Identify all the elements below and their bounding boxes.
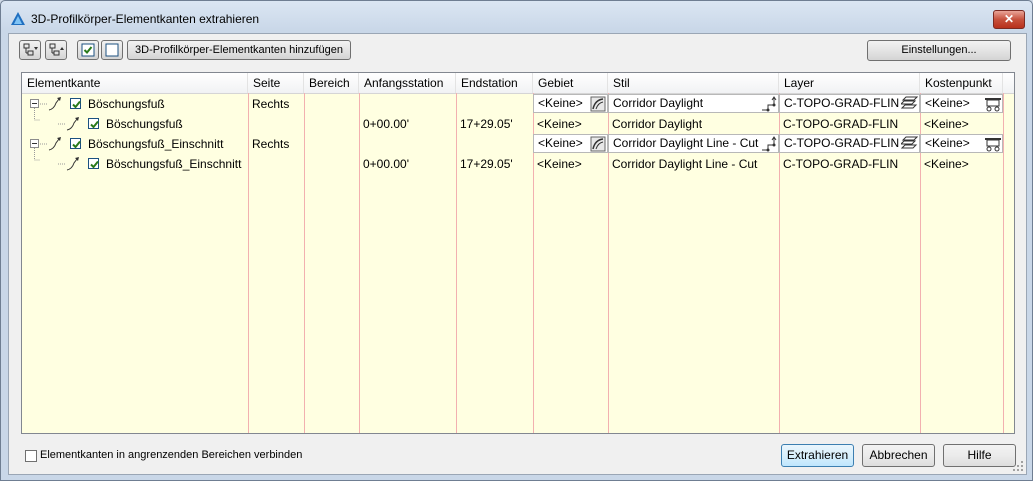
help-button[interactable]: Hilfe [943, 444, 1016, 467]
cell-endstation: 17+29.05' [460, 157, 513, 171]
add-feature-lines-button[interactable]: 3D-Profilkörper-Elementkanten hinzufügen [127, 40, 351, 60]
cell-seite: Rechts [252, 137, 290, 151]
column-header-bereich[interactable]: Bereich [304, 73, 359, 93]
connect-regions-checkbox[interactable] [25, 450, 37, 462]
extract-button[interactable]: Extrahieren [781, 444, 854, 467]
gebiet-value: <Keine> [538, 96, 583, 110]
pay-item-picker-icon[interactable] [984, 96, 1002, 112]
cell-elementkante: Böschungsfuß [106, 117, 183, 131]
table-row[interactable]: Böschungsfuß_Einschnitt Rechts <Keine> C… [22, 134, 1014, 154]
row-checkbox[interactable] [88, 118, 99, 129]
cell-bereich [304, 134, 359, 154]
stil-value: Corridor Daylight Line - Cut [613, 136, 759, 150]
expand-tree-icon [23, 43, 38, 56]
window-title: 3D-Profilkörper-Elementkanten extrahiere… [31, 12, 260, 26]
gebiet-value: <Keine> [538, 136, 583, 150]
cell-elementkante: Böschungsfuß_Einschnitt [88, 137, 224, 151]
layer-picker-icon[interactable] [901, 136, 918, 152]
kostenpunkt-value: <Keine> [925, 96, 970, 110]
site-picker-icon[interactable] [590, 96, 606, 112]
site-picker-icon[interactable] [590, 136, 606, 152]
column-header-kostenpunkt[interactable]: Kostenpunkt [920, 73, 1003, 93]
cell-bereich [304, 154, 359, 174]
row-checkbox[interactable] [88, 158, 99, 169]
feature-line-table[interactable]: Elementkante Seite Bereich Anfangsstatio… [21, 72, 1015, 434]
row-checkbox[interactable] [70, 98, 81, 109]
cell-stil[interactable]: Corridor Daylight [608, 114, 779, 134]
expand-tree-button[interactable] [19, 40, 41, 60]
column-header-endstation[interactable]: Endstation [456, 73, 533, 93]
cell-gebiet[interactable]: <Keine> [533, 114, 608, 134]
resize-grip-icon[interactable] [1012, 460, 1024, 472]
cancel-button[interactable]: Abbrechen [862, 444, 935, 467]
cell-elementkante: Böschungsfuß [88, 97, 165, 111]
cell-seite [248, 114, 304, 134]
checkmark-icon [90, 120, 99, 129]
cell-anfangsstation [359, 94, 456, 114]
collapse-tree-icon [49, 43, 64, 56]
collapse-tree-button[interactable] [45, 40, 67, 60]
dialog-client: 3D-Profilkörper-Elementkanten hinzufügen… [8, 33, 1027, 475]
table-header: Elementkante Seite Bereich Anfangsstatio… [22, 73, 1014, 94]
cell-anfangsstation: 0+00.00' [363, 157, 410, 171]
cell-kostenpunkt[interactable]: <Keine> [920, 154, 1003, 174]
cell-seite: Rechts [252, 97, 290, 111]
table-row[interactable]: Böschungsfuß 0+00.00' 17+29.05' <Keine> … [22, 108, 1014, 134]
cell-anfangsstation [359, 134, 456, 154]
cell-endstation [456, 94, 533, 114]
cell-stil[interactable]: Corridor Daylight Line - Cut [608, 134, 779, 153]
cell-bereich [304, 94, 359, 114]
checkmark-icon [90, 160, 99, 169]
row-checkbox[interactable] [70, 138, 81, 149]
column-header-gebiet[interactable]: Gebiet [533, 73, 608, 93]
column-header-seite[interactable]: Seite [248, 73, 304, 93]
cell-gebiet[interactable]: <Keine> [533, 154, 608, 174]
cell-layer[interactable]: C-TOPO-GRAD-FLIN [779, 134, 920, 153]
tree-collapse-icon[interactable] [30, 99, 39, 108]
kostenpunkt-value: <Keine> [925, 136, 970, 150]
settings-button[interactable]: Einstellungen... [867, 40, 1011, 61]
layer-picker-icon[interactable] [901, 96, 918, 112]
cell-layer[interactable]: C-TOPO-GRAD-FLIN [779, 154, 920, 174]
dialog-window: 3D-Profilkörper-Elementkanten extrahiere… [0, 0, 1033, 481]
style-picker-icon[interactable] [760, 96, 777, 112]
pay-item-picker-icon[interactable] [984, 136, 1002, 152]
style-picker-icon[interactable] [760, 136, 777, 152]
checkmark-icon [72, 140, 81, 149]
column-header-stil[interactable]: Stil [608, 73, 779, 93]
column-header-anfangsstation[interactable]: Anfangsstation [359, 73, 456, 93]
cell-endstation [456, 134, 533, 154]
column-header-layer[interactable]: Layer [779, 73, 920, 93]
checkbox-empty-icon [105, 43, 119, 57]
cell-layer[interactable]: C-TOPO-GRAD-FLIN [779, 114, 920, 134]
cell-stil[interactable]: Corridor Daylight [608, 94, 779, 113]
column-header-elementkante[interactable]: Elementkante [22, 73, 248, 93]
cell-seite [248, 154, 304, 174]
layer-value: C-TOPO-GRAD-FLIN [784, 96, 900, 110]
check-all-button[interactable] [77, 40, 99, 60]
cell-kostenpunkt[interactable]: <Keine> [920, 114, 1003, 134]
table-row[interactable]: Böschungsfuß Rechts <Keine> Corridor Day… [22, 94, 1014, 114]
cell-endstation: 17+29.05' [460, 117, 513, 131]
layer-value: C-TOPO-GRAD-FLIN [784, 136, 900, 150]
close-button[interactable]: ✕ [993, 10, 1025, 29]
stil-value: Corridor Daylight [613, 96, 704, 110]
cell-layer[interactable]: C-TOPO-GRAD-FLIN [779, 94, 920, 113]
cell-elementkante: Böschungsfuß_Einschnitt [106, 157, 242, 171]
uncheck-all-button[interactable] [101, 40, 123, 60]
checkbox-checked-icon [81, 43, 95, 57]
tree-collapse-icon[interactable] [30, 139, 39, 148]
feature-line-icon [58, 117, 79, 131]
feature-line-icon [58, 157, 79, 171]
checkmark-icon [72, 100, 81, 109]
cell-anfangsstation: 0+00.00' [363, 117, 410, 131]
title-bar[interactable]: 3D-Profilkörper-Elementkanten extrahiere… [1, 1, 1032, 35]
table-row[interactable]: Böschungsfuß_Einschnitt 0+00.00' 17+29.0… [22, 148, 1014, 174]
civil3d-app-icon [11, 12, 25, 25]
cell-bereich [304, 114, 359, 134]
connect-regions-label[interactable]: Elementkanten in angrenzenden Bereichen … [40, 449, 302, 461]
cell-stil[interactable]: Corridor Daylight Line - Cut [608, 154, 779, 174]
